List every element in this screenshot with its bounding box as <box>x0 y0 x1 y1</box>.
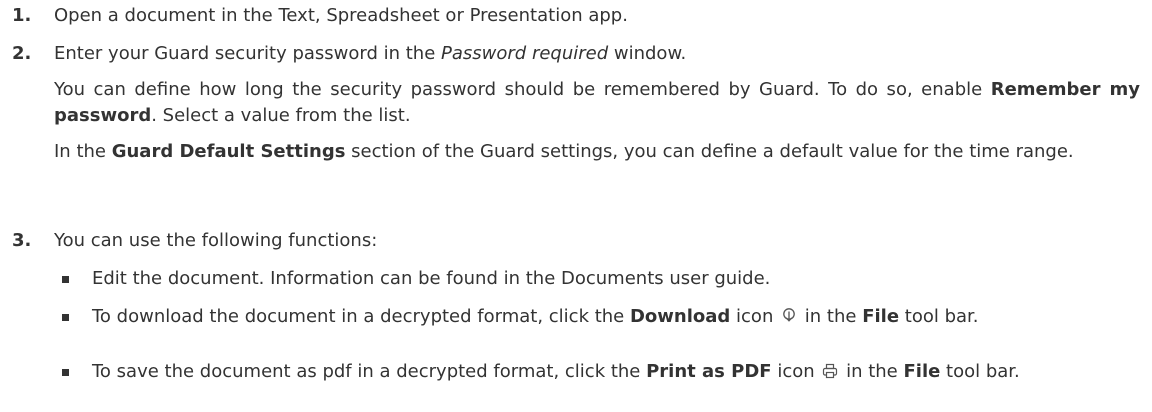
toolbar-name-bold: File <box>862 306 900 327</box>
step-text: Open a document in the Text, Spreadsheet… <box>54 5 628 26</box>
step-body: Open a document in the Text, Spreadsheet… <box>54 3 1140 29</box>
window-name-italic: Password required <box>441 43 609 64</box>
step-body: You can use the following functions: <box>54 228 1140 254</box>
function-list-item: To save the document as pdf in a decrypt… <box>42 359 1128 388</box>
download-icon <box>781 307 797 333</box>
toolbar-name-bold: File <box>903 361 941 382</box>
text-segment: To download the document in a decrypted … <box>92 306 630 327</box>
print-icon <box>822 362 838 388</box>
step-note: In the Guard Default Settings section of… <box>54 139 1140 165</box>
step-note: You can define how long the security pas… <box>54 77 1140 129</box>
icon-name-bold: Print as PDF <box>646 361 772 382</box>
bullet-marker <box>62 276 69 283</box>
step-number: 2. <box>12 43 32 64</box>
step-text: You can use the following functions: <box>54 230 378 251</box>
bullet-marker <box>62 369 69 376</box>
text-segment: In the <box>54 141 112 162</box>
step-3: 3. You can use the following functions: <box>12 228 1140 254</box>
text-segment: in the <box>840 361 904 382</box>
icon-name-bold: Download <box>629 306 731 327</box>
step-1: 1. Open a document in the Text, Spreadsh… <box>12 3 1140 29</box>
text-segment: . Select a value from the list. <box>151 105 411 126</box>
list-item-text: To download the document in a decrypted … <box>92 304 1128 333</box>
list-item-text: To save the document as pdf in a decrypt… <box>92 359 1128 388</box>
text-segment: section of the Guard settings, you can d… <box>345 141 1074 162</box>
text-segment: tool bar. <box>940 361 1020 382</box>
bullet-marker <box>62 314 69 321</box>
section-name-bold: Guard Default Settings <box>111 141 346 162</box>
text-segment: To save the document as pdf in a decrypt… <box>92 361 647 382</box>
step-number: 1. <box>12 5 32 26</box>
text-segment: Enter your Guard security password in th… <box>54 43 442 64</box>
step-text: Enter your Guard security password in th… <box>54 41 1140 67</box>
step-2: 2. Enter your Guard security password in… <box>12 41 1140 165</box>
list-item-text: Edit the document. Information can be fo… <box>92 268 771 289</box>
text-segment: icon <box>730 306 780 327</box>
text-segment: tool bar. <box>899 306 979 327</box>
text-segment: in the <box>799 306 863 327</box>
step-body: Enter your Guard security password in th… <box>54 41 1140 165</box>
step-number: 3. <box>12 230 32 251</box>
text-segment: icon <box>771 361 821 382</box>
function-list-item: Edit the document. Information can be fo… <box>42 266 1128 292</box>
text-segment: You can define how long the security pas… <box>54 79 991 100</box>
text-segment: window. <box>608 43 687 64</box>
function-list-item: To download the document in a decrypted … <box>42 304 1128 333</box>
document: 1. Open a document in the Text, Spreadsh… <box>0 0 1152 412</box>
